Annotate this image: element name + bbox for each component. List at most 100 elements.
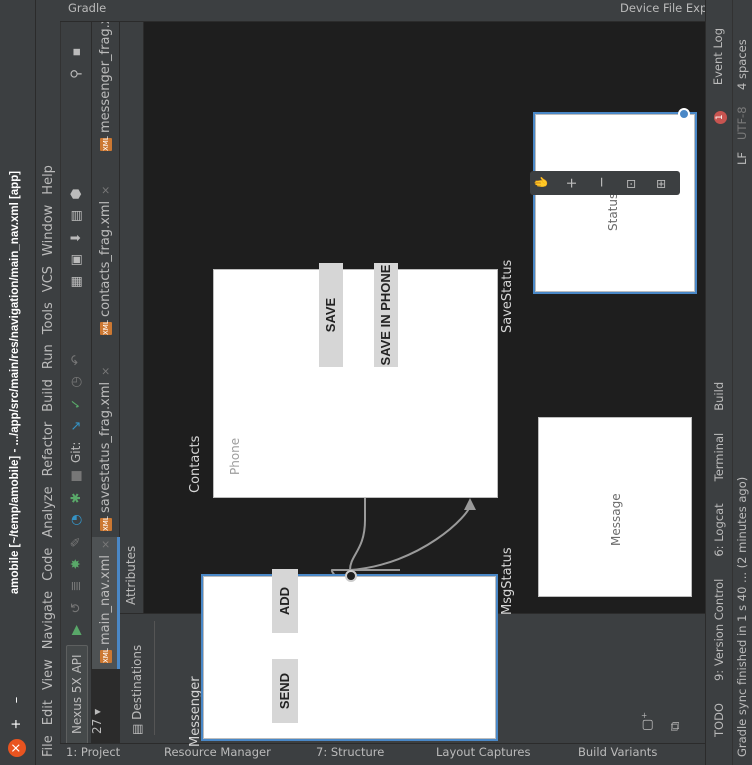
tab-messenger-frag[interactable]: XML messenger_frag.xml — [92, 0, 120, 157]
attach-icon[interactable]: ✎ — [68, 533, 86, 551]
menu-code[interactable]: Code — [41, 548, 56, 581]
destination-savestatus[interactable]: Status — [533, 111, 697, 295]
zoom-actual-icon[interactable]: ⊡ — [624, 179, 638, 189]
status-message: Gradle sync finished in 1 s 40 ... (2 mi… — [735, 476, 749, 757]
avd-manager-icon[interactable]: ▤ — [68, 207, 86, 225]
menu-run[interactable]: Run — [41, 344, 56, 369]
apply-changes-icon[interactable]: ↺ — [68, 599, 86, 617]
event-log-tool-button[interactable]: 1 Event Log — [711, 6, 727, 124]
status-text-preview: Status — [606, 192, 620, 231]
resize-handle[interactable] — [678, 108, 690, 120]
menu-bar: File Edit View Navigate Code Analyze Ref… — [36, 0, 60, 765]
sync-icon[interactable]: ◔ — [68, 511, 86, 529]
menu-edit[interactable]: Edit — [41, 700, 56, 725]
debug-icon[interactable]: ✸ — [68, 555, 86, 573]
version-control-tool-button[interactable]: 9: Version Control — [712, 579, 726, 681]
xml-file-icon: XML — [100, 648, 112, 663]
title-bar: × + – amobile [~/temp/amobile] - .../app… — [0, 0, 36, 765]
gradle-tool-button[interactable]: Gradle — [68, 1, 106, 15]
pan-icon[interactable]: ✋ — [534, 175, 548, 190]
git-commit-icon[interactable]: ✓ — [68, 395, 86, 413]
project-tool-button[interactable]: 1: Project — [66, 745, 120, 759]
menu-window[interactable]: Window — [41, 205, 56, 256]
todo-tool-button[interactable]: TODO — [712, 703, 726, 737]
close-tab-icon[interactable]: × — [99, 540, 112, 549]
layout-inspector-icon[interactable]: ▣ — [68, 251, 86, 269]
menu-vcs[interactable]: VCS — [41, 266, 56, 292]
action-handle[interactable] — [345, 570, 357, 582]
msgstatus-title: MsgStatus — [500, 547, 515, 615]
messenger-title: Messenger — [188, 676, 203, 747]
encoding-indicator[interactable]: UTF-8 — [735, 106, 749, 140]
stop-icon[interactable]: ■ — [68, 467, 86, 485]
add-button-preview: ADD — [272, 569, 298, 633]
main-toolbar: Nexus 5X API 27 ▾ ▶ ↺ ≣ ✸ ✎ ◔ ✱ ■ Git: ↘… — [60, 0, 104, 765]
device-selector[interactable]: Nexus 5X API 27 ▾ — [66, 645, 104, 757]
phone-field-preview: Phone — [228, 437, 242, 475]
menu-build[interactable]: Build — [41, 379, 56, 412]
build-variants-tool-button[interactable]: Build Variants — [578, 745, 657, 759]
menu-help[interactable]: Help — [41, 165, 56, 195]
xml-file-icon: XML — [100, 320, 112, 335]
send-button-preview: SEND — [272, 659, 298, 723]
event-count-badge: 1 — [714, 110, 727, 124]
build-tool-button[interactable]: Build — [712, 382, 726, 411]
close-tab-icon[interactable]: × — [99, 367, 112, 376]
sdk-manager-icon[interactable]: ⬇ — [68, 229, 86, 247]
save-in-phone-button-preview: SAVE IN PHONE — [374, 263, 398, 367]
bottom-tool-strip: TODO 9: Version Control 6: Logcat Termin… — [705, 0, 732, 765]
divider — [154, 621, 155, 735]
left-tool-strip: 1: Project Resource Manager 7: Structure… — [60, 743, 752, 765]
new-destination-icon[interactable]: ▢⁺ — [640, 712, 655, 731]
git-history-icon[interactable]: ◷ — [68, 373, 86, 391]
search-icon[interactable]: ⚲ — [68, 65, 86, 83]
message-text-preview: Message — [609, 493, 623, 546]
tab-savestatus-frag[interactable]: XML savestatus_frag.xml × — [92, 341, 120, 537]
git-rollback-icon[interactable]: ↶ — [68, 351, 86, 369]
event-log-label: Event Log — [711, 28, 725, 86]
nested-graph-icon[interactable]: ⧉ — [668, 722, 683, 731]
destination-messenger[interactable]: SEND ADD — [199, 569, 500, 741]
run-icon[interactable]: ▶ — [68, 621, 86, 639]
android-studio-window: × + – amobile [~/temp/amobile] - .../app… — [0, 0, 752, 765]
zoom-in-icon[interactable]: + — [564, 177, 580, 189]
settings-icon[interactable]: ▪ — [68, 43, 86, 61]
divider — [224, 408, 324, 409]
contacts-title: Contacts — [188, 435, 203, 493]
menu-refactor[interactable]: Refactor — [41, 422, 56, 477]
device-manager-icon[interactable]: ⬢ — [68, 185, 86, 203]
git-label: Git: — [69, 441, 83, 463]
xml-file-icon: XML — [100, 516, 112, 531]
resource-manager-tool-button[interactable]: Resource Manager — [164, 745, 271, 759]
profile-icon[interactable]: ≣ — [68, 577, 86, 595]
tab-main-nav[interactable]: XML main_nav.xml × — [92, 537, 120, 669]
gradle-run-icon[interactable]: ✱ — [68, 489, 86, 507]
savestatus-title: SaveStatus — [500, 259, 515, 333]
destinations-icon: ▤ — [130, 723, 144, 735]
menu-navigate[interactable]: Navigate — [41, 591, 56, 649]
indent-indicator[interactable]: 4 spaces — [735, 39, 749, 90]
destination-msgstatus[interactable]: Message — [538, 417, 692, 597]
project-structure-icon[interactable]: ▦ — [68, 273, 86, 291]
git-update-icon[interactable]: ↘ — [68, 417, 86, 435]
menu-analyze[interactable]: Analyze — [41, 486, 56, 537]
line-separator-indicator[interactable]: LF — [735, 152, 749, 165]
menu-view[interactable]: View — [41, 659, 56, 690]
layout-captures-tool-button[interactable]: Layout Captures — [436, 745, 530, 759]
xml-file-icon: XML — [100, 136, 112, 151]
destinations-header: ▤ Destinations — [130, 645, 144, 735]
close-tab-icon[interactable]: × — [99, 186, 112, 195]
logcat-tool-button[interactable]: 6: Logcat — [712, 503, 726, 556]
destinations-label: Destinations — [130, 644, 144, 720]
menu-tools[interactable]: Tools — [41, 302, 56, 334]
window-title: amobile [~/temp/amobile] - .../app/src/m… — [9, 170, 21, 595]
tab-contacts-frag[interactable]: XML contacts_frag.xml × — [92, 157, 120, 341]
status-bar: Gradle sync finished in 1 s 40 ... (2 mi… — [732, 0, 752, 765]
terminal-tool-button[interactable]: Terminal — [712, 433, 726, 482]
right-tool-strip: Gradle Device File Explorer — [60, 0, 752, 22]
zoom-out-icon[interactable]: − — [594, 176, 610, 188]
zoom-fit-icon[interactable]: ⊞ — [654, 179, 668, 189]
destination-contacts[interactable]: Phone SAVE SAVE IN PHONE — [213, 263, 498, 498]
menu-file[interactable]: File — [41, 735, 56, 757]
structure-tool-button[interactable]: 7: Structure — [316, 745, 384, 759]
